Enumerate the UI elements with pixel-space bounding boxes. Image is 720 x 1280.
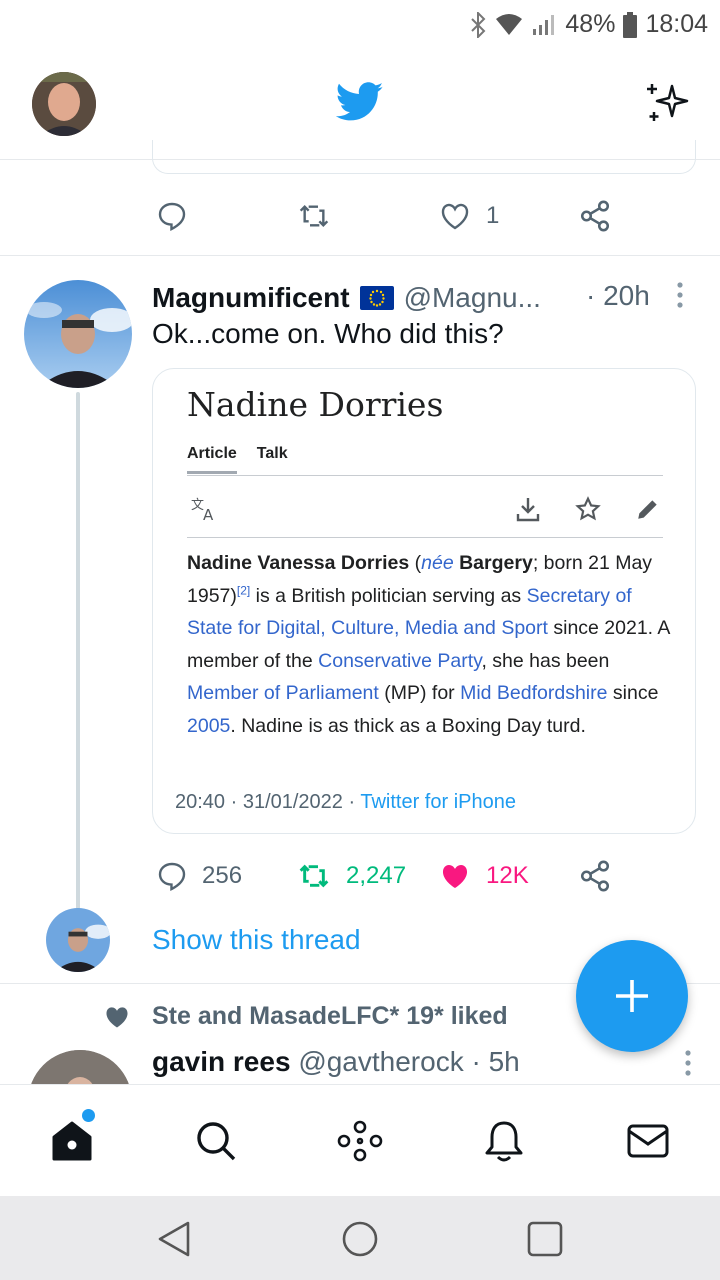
- share-icon: [580, 860, 610, 892]
- thread-author-avatar[interactable]: [46, 908, 110, 972]
- avatar-image: [32, 72, 96, 136]
- twitter-logo-icon[interactable]: [336, 82, 384, 122]
- battery-icon: [623, 11, 638, 38]
- compose-tweet-button[interactable]: [576, 940, 688, 1052]
- system-navigation-bar: [0, 1196, 720, 1280]
- tweet-author-avatar[interactable]: [24, 280, 132, 388]
- wiki-divider: [187, 475, 663, 476]
- more-options-icon[interactable]: [684, 1050, 692, 1076]
- edit-pencil-icon: [638, 500, 657, 519]
- like-button[interactable]: 1: [438, 200, 499, 232]
- home-icon[interactable]: [50, 1119, 94, 1163]
- wiki-reference: [2]: [236, 583, 251, 597]
- tweet-time: · 20h: [586, 280, 650, 311]
- tweet-source-link[interactable]: Twitter for iPhone: [360, 791, 516, 813]
- tweet-meta: 20:40 · 31/01/2022 · Twitter for iPhone: [175, 791, 516, 814]
- like-count: 1: [486, 202, 500, 229]
- share-icon: [580, 200, 610, 232]
- wiki-subject-name: Nadine Vanessa Dorries: [187, 552, 410, 574]
- star-icon: [575, 496, 601, 521]
- retweet-icon: [299, 204, 329, 228]
- retweet-button[interactable]: 2,247: [296, 860, 406, 892]
- tweet-header: gavin rees @gavtherock · 5h: [152, 1046, 520, 1078]
- social-context-text[interactable]: Ste and MasadeLFC* 19* liked: [152, 1002, 508, 1031]
- wiki-tab-talk: Talk: [256, 445, 288, 462]
- battery-percent: 48%: [565, 10, 616, 38]
- download-icon: [516, 498, 540, 522]
- author-name[interactable]: Magnumificent: [152, 282, 350, 314]
- reply-icon: [158, 202, 186, 232]
- tweet-image-card[interactable]: Nadine Dorries Article Talk 文 A Nadine V…: [152, 368, 696, 834]
- status-bar: 48% 18:04: [0, 0, 720, 50]
- translate-icon: 文 A: [191, 498, 214, 523]
- heart-filled-icon: [106, 1006, 128, 1027]
- wiki-article-body: Nadine Vanessa Dorries (née Bargery; bor…: [187, 552, 670, 737]
- profile-avatar[interactable]: [32, 72, 96, 136]
- spaces-icon[interactable]: [336, 1119, 384, 1163]
- share-button[interactable]: [578, 199, 612, 233]
- sparkle-icon[interactable]: [644, 78, 694, 128]
- tweet-text: Ok...come on. Who did this?: [152, 318, 504, 349]
- tweet-header: Magnumificent @Magnu... · 20h: [152, 280, 712, 316]
- tweet-actions: 256 2,247 12K: [0, 856, 720, 896]
- wiki-link: née: [421, 552, 454, 574]
- author-handle[interactable]: @Magnu...: [404, 282, 541, 314]
- avatar-image: [24, 280, 132, 388]
- notification-dot: [82, 1109, 95, 1122]
- like-count: 12K: [486, 862, 529, 889]
- retweet-count: 2,247: [346, 862, 407, 889]
- reply-button[interactable]: [156, 200, 188, 232]
- author-name[interactable]: gavin rees: [152, 1046, 291, 1077]
- previous-tweet-card[interactable]: [152, 140, 696, 174]
- wiki-link: Member of Parliament: [187, 682, 379, 704]
- bottom-tab-bar: [0, 1084, 720, 1196]
- share-button[interactable]: [578, 859, 612, 893]
- reply-button[interactable]: 256: [156, 860, 242, 892]
- svg-text:A: A: [203, 506, 214, 523]
- tweet-time: · 5h: [463, 1046, 520, 1077]
- wiki-divider: [187, 537, 663, 538]
- messages-mail-icon[interactable]: [626, 1119, 670, 1163]
- author-handle[interactable]: @gavtherock: [298, 1046, 463, 1077]
- wiki-tab-article: Article: [187, 445, 237, 474]
- reply-count: 256: [202, 862, 243, 889]
- heart-filled-icon: [442, 864, 468, 888]
- show-thread-link[interactable]: Show this thread: [152, 924, 361, 956]
- thread-line: [76, 392, 80, 910]
- retweet-icon: [299, 864, 329, 888]
- wiki-tabs: Article Talk: [187, 445, 288, 474]
- wiki-toolbar: 文 A: [187, 495, 663, 525]
- heart-icon: [441, 203, 469, 230]
- tweet-timestamp: 20:40 · 31/01/2022 ·: [175, 791, 361, 813]
- home-button-icon[interactable]: [341, 1220, 379, 1258]
- wiki-link: Mid Bedfordshire: [460, 682, 608, 704]
- clock: 18:04: [645, 10, 708, 38]
- retweet-button[interactable]: [296, 200, 332, 232]
- like-button[interactable]: 12K: [438, 860, 529, 892]
- status-icons: 48% 18:04: [469, 10, 708, 39]
- social-context: Ste and MasadeLFC* 19* liked: [102, 1002, 508, 1031]
- more-options-icon[interactable]: [676, 282, 684, 308]
- avatar-image: [46, 908, 110, 972]
- reply-icon: [158, 862, 186, 892]
- bluetooth-icon: [471, 11, 486, 38]
- notifications-bell-icon[interactable]: [482, 1119, 526, 1163]
- recent-apps-icon[interactable]: [526, 1220, 564, 1258]
- eu-flag-icon: [359, 286, 394, 310]
- wiki-link: Conservative Party: [318, 649, 482, 672]
- wiki-link: 2005: [187, 714, 231, 737]
- search-icon[interactable]: [194, 1119, 238, 1163]
- plus-icon: [616, 980, 648, 1012]
- previous-tweet-actions: 1: [0, 196, 720, 236]
- tweet-divider: [0, 255, 720, 256]
- signal-icon: [533, 14, 555, 35]
- back-icon[interactable]: [156, 1220, 192, 1258]
- wifi-icon: [496, 13, 523, 35]
- wiki-article-title: Nadine Dorries: [187, 385, 444, 424]
